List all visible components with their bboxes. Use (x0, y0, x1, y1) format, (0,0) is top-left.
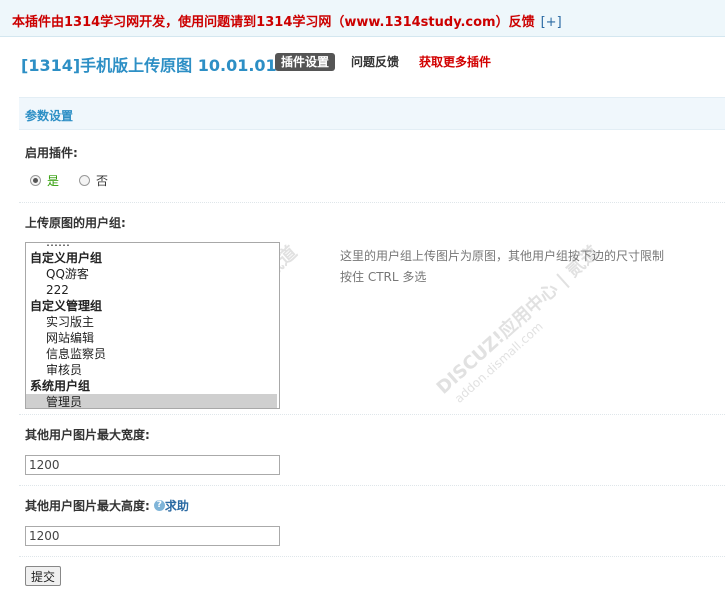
section-header: 参数设置 (19, 97, 725, 130)
submit-button[interactable]: 提交 (25, 566, 62, 586)
expand-notice-link[interactable]: [+] (541, 15, 562, 30)
section-title: 参数设置 (25, 109, 74, 123)
max-height-input[interactable] (25, 526, 280, 546)
usergroup-option[interactable]: 审核员 (26, 362, 279, 378)
max-height-label: 其他用户图片最大高度: (25, 499, 150, 513)
plugin-notice: 本插件由1314学习网开发，使用问题请到1314学习网（www.1314stud… (12, 11, 562, 30)
row-divider (19, 485, 725, 486)
max-height-label-row: 其他用户图片最大高度:? 求助 (25, 497, 189, 514)
usergroup-option[interactable]: …… (26, 243, 279, 250)
usergroup-option-selected[interactable]: 管理员 (26, 394, 277, 408)
usergroup-option[interactable]: 信息监察员 (26, 346, 279, 362)
tab-feedback[interactable]: 问题反馈 (351, 53, 399, 71)
usergroup-option[interactable]: 实习版主 (26, 314, 279, 330)
usergroup-group: 自定义管理组 (30, 299, 103, 313)
max-width-input[interactable] (25, 455, 280, 475)
usergroup-group: 系统用户组 (30, 379, 91, 393)
usergroup-options: …… 自定义用户组 QQ游客 222 自定义管理组 实习版主 网站编辑 信息监察… (26, 243, 279, 408)
radio-no[interactable] (79, 175, 91, 186)
usergroups-hint-line1: 这里的用户组上传图片为原图，其他用户组按下边的尺寸限制 (340, 249, 665, 263)
usergroup-group: 自定义用户组 (30, 251, 103, 265)
radio-yes-label[interactable]: 是 (47, 174, 59, 188)
help-icon[interactable]: ? (153, 500, 165, 511)
enable-plugin-label: 启用插件: (25, 146, 78, 160)
row-divider (19, 556, 725, 557)
usergroups-hint-line2: 按住 CTRL 多选 (340, 270, 427, 284)
radio-yes[interactable] (30, 175, 41, 186)
usergroups-hint: 这里的用户组上传图片为原图，其他用户组按下边的尺寸限制 按住 CTRL 多选 (340, 246, 680, 288)
tab-more-plugins[interactable]: 获取更多插件 (419, 53, 491, 71)
usergroup-option[interactable]: 网站编辑 (26, 330, 279, 346)
plugin-header: [1314]手机版上传原图 10.01.01 插件设置 问题反馈 获取更多插件 (21, 51, 721, 75)
top-notice-bar: 本插件由1314学习网开发，使用问题请到1314学习网（www.1314stud… (0, 0, 725, 37)
usergroup-option[interactable]: 222 (26, 282, 279, 298)
plugin-notice-text: 本插件由1314学习网开发，使用问题请到1314学习网（www.1314stud… (12, 15, 535, 30)
row-divider (19, 202, 725, 203)
help-link[interactable]: 求助 (165, 499, 189, 513)
max-width-label: 其他用户图片最大宽度: (25, 428, 150, 442)
row-divider (19, 414, 725, 415)
usergroups-label: 上传原图的用户组: (25, 216, 126, 230)
enable-radio-group: 是否 (30, 172, 108, 188)
tab-plugin-settings[interactable]: 插件设置 (275, 53, 336, 71)
usergroup-option[interactable]: QQ游客 (26, 266, 279, 282)
plugin-title: [1314]手机版上传原图 10.01.01 (21, 56, 277, 75)
radio-no-label[interactable]: 否 (96, 174, 108, 188)
usergroup-multiselect[interactable]: …… 自定义用户组 QQ游客 222 自定义管理组 实习版主 网站编辑 信息监察… (25, 242, 280, 409)
